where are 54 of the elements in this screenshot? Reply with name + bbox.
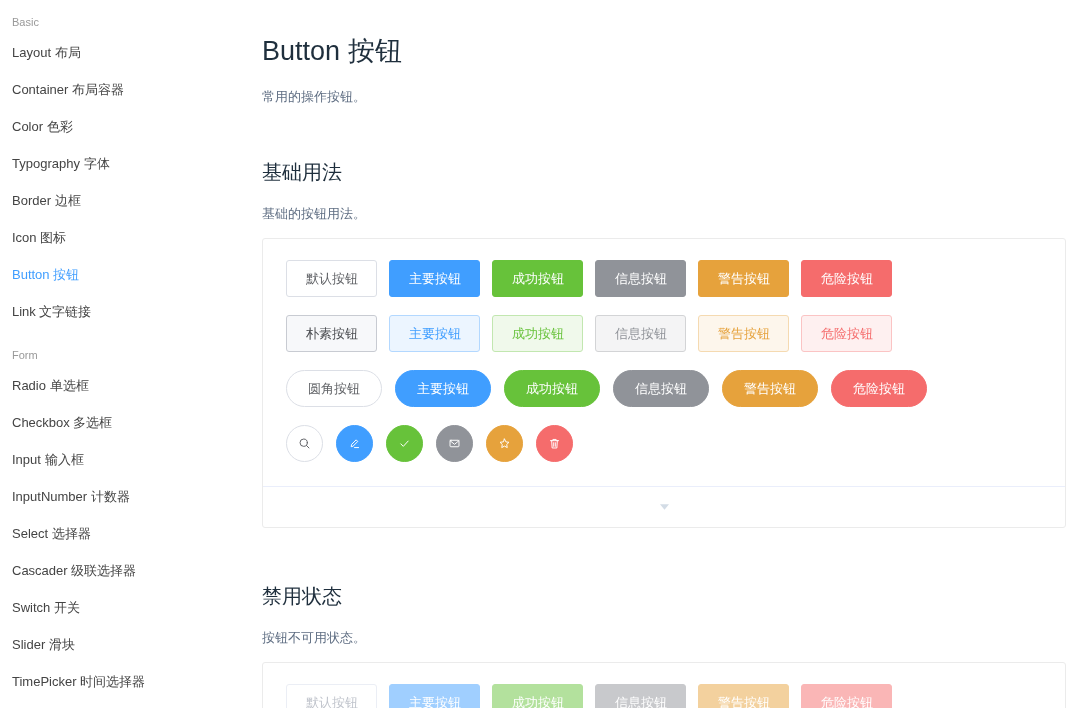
nav-item[interactable]: Layout 布局 [12,44,81,62]
pencil-icon [348,437,361,450]
nav-item[interactable]: Button 按钮 [12,266,80,284]
nav-item[interactable]: Border 边框 [12,192,81,210]
nav-item[interactable]: Cascader 级联选择器 [12,562,137,580]
caret-icon [659,504,669,510]
nav-item[interactable]: Checkbox 多选框 [12,414,113,432]
nav-item[interactable]: Switch 开关 [12,599,80,617]
section-title: 禁用状态 [262,584,342,609]
nav-item[interactable]: Typography 字体 [12,155,110,173]
nav-item[interactable]: Input 输入框 [12,451,84,469]
icon-button[interactable] [386,425,423,462]
nav-item[interactable]: Select 选择器 [12,525,91,543]
nav-item[interactable]: Container 布局容器 [12,81,124,99]
group-title: Form [12,348,38,363]
button[interactable]: 危险按钮 [801,260,892,297]
button[interactable]: 主要按钮 [389,260,480,297]
section-description: 基础的按钮用法。 [262,205,366,223]
button[interactable]: 主要按钮 [395,370,491,407]
nav-item[interactable]: InputNumber 计数器 [12,488,130,506]
button[interactable]: 危险按钮 [801,315,892,352]
button[interactable]: 信息按钮 [613,370,709,407]
nav-item[interactable]: Color 色彩 [12,118,73,136]
button[interactable]: 成功按钮 [492,260,583,297]
nav-item[interactable]: Slider 滑块 [12,636,75,654]
button[interactable]: 警告按钮 [698,315,789,352]
button[interactable]: 成功按钮 [504,370,600,407]
button[interactable]: 危险按钮 [831,370,927,407]
icon-button[interactable] [536,425,573,462]
page-description: 常用的操作按钮。 [262,88,366,106]
icon-button[interactable] [486,425,523,462]
page-title: Button 按钮 [262,35,402,68]
nav-item[interactable]: Link 文字链接 [12,303,92,321]
group-title: Basic [12,15,39,30]
button[interactable]: 默认按钮 [286,260,377,297]
button[interactable]: 信息按钮 [595,260,686,297]
section-description: 按钮不可用状态。 [262,629,366,647]
button[interactable]: 信息按钮 [595,315,686,352]
trash-icon [548,437,561,450]
button[interactable]: 警告按钮 [698,260,789,297]
icon-button[interactable] [336,425,373,462]
button[interactable]: 警告按钮 [722,370,818,407]
button[interactable]: 朴素按钮 [286,315,377,352]
icon-button[interactable] [436,425,473,462]
section-title: 基础用法 [262,160,342,185]
button[interactable]: 成功按钮 [492,315,583,352]
nav-item[interactable]: Radio 单选框 [12,377,89,395]
nav-item[interactable]: Icon 图标 [12,229,67,247]
nav-item[interactable]: TimePicker 时间选择器 [12,673,146,691]
star-icon [498,437,511,450]
search-icon [298,437,311,450]
envelope-icon [448,437,461,450]
button[interactable]: 圆角按钮 [286,370,382,407]
button[interactable]: 主要按钮 [389,315,480,352]
